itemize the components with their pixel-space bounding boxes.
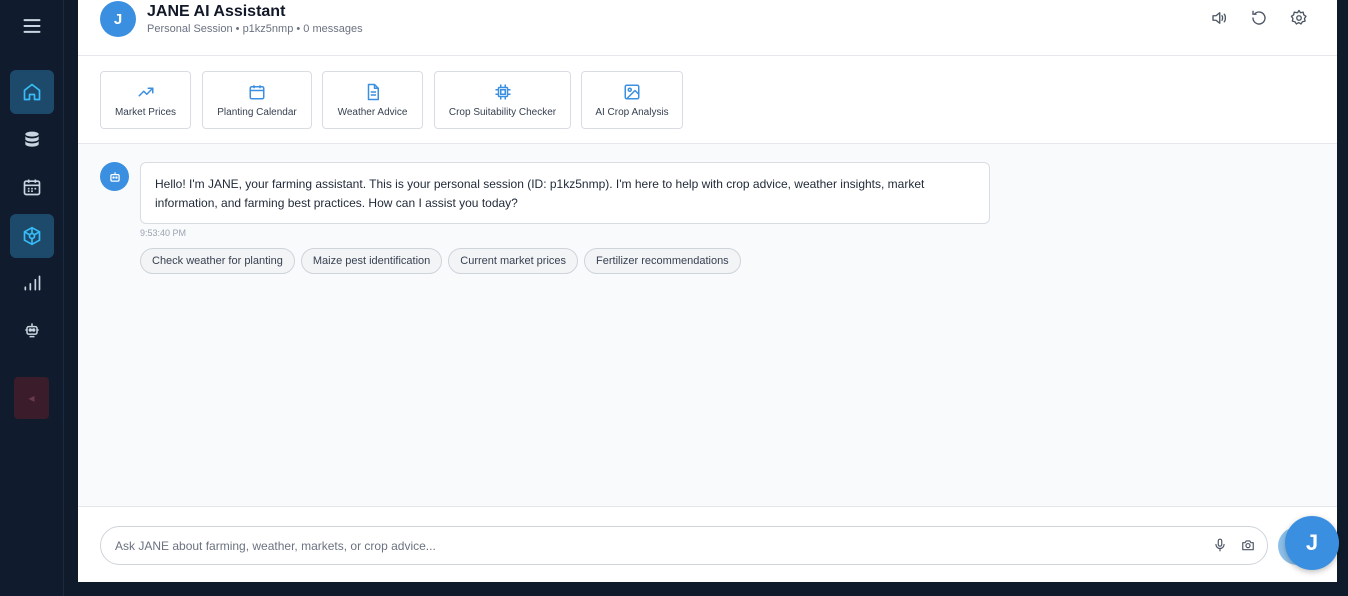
collapse-sidebar-button[interactable]: ◀	[14, 377, 49, 419]
reset-button[interactable]	[1249, 8, 1269, 28]
robot-icon	[109, 171, 120, 182]
quick-action-label: Market Prices	[114, 106, 177, 118]
camera-button[interactable]	[1240, 537, 1256, 553]
quick-action-crop-suitability[interactable]: Crop Suitability Checker	[434, 71, 571, 129]
quick-action-label: Planting Calendar	[217, 106, 297, 118]
input-bar	[78, 506, 1337, 582]
jane-chat-fab[interactable]: J	[1285, 516, 1339, 570]
avatar: J	[100, 1, 136, 37]
database-icon	[25, 131, 39, 147]
message-timestamp: 9:53:40 PM	[140, 228, 187, 238]
message-input-container	[100, 526, 1268, 565]
refresh-icon	[1252, 10, 1266, 25]
session-info: Personal Session • p1kz5nmp • 0 messages	[147, 23, 363, 35]
calendar-icon	[249, 84, 265, 99]
calendar-icon	[23, 179, 41, 196]
sidebar-item-calendar[interactable]	[10, 165, 54, 209]
chip-icon	[495, 84, 510, 99]
cube-network-icon	[23, 226, 41, 246]
sidebar-item-database[interactable]	[10, 118, 54, 162]
menu-button[interactable]	[10, 4, 54, 48]
quick-action-planting-calendar[interactable]: Planting Calendar	[202, 71, 312, 129]
page-title: JANE AI Assistant	[147, 3, 286, 20]
gear-icon	[1290, 9, 1307, 25]
trending-up-icon	[138, 87, 153, 96]
chat-header: J JANE AI Assistant Personal Session • p…	[78, 0, 1337, 56]
microphone-icon	[1215, 538, 1225, 552]
sidebar-item-network[interactable]	[10, 214, 54, 258]
suggestion-chip[interactable]: Check weather for planting	[140, 248, 295, 274]
camera-icon	[1242, 540, 1254, 551]
assistant-message: Hello! I'm JANE, your farming assistant.…	[140, 162, 990, 224]
quick-action-weather-advice[interactable]: Weather Advice	[322, 71, 423, 129]
chevron-left-icon: ◀	[28, 393, 35, 403]
suggestion-chip[interactable]: Maize pest identification	[300, 248, 443, 274]
suggestion-chip[interactable]: Current market prices	[448, 248, 579, 274]
quick-action-market-prices[interactable]: Market Prices	[100, 71, 191, 129]
quick-action-label: AI Crop Analysis	[595, 106, 669, 118]
bot-avatar	[100, 162, 129, 191]
sidebar: ◀	[0, 0, 64, 596]
quick-actions-bar: Market Prices Planting Calendar Weather …	[78, 56, 1337, 144]
settings-button[interactable]	[1289, 8, 1309, 28]
voice-input-button[interactable]	[1212, 537, 1228, 553]
quick-action-label: Weather Advice	[337, 106, 408, 118]
quick-action-ai-crop-analysis[interactable]: AI Crop Analysis	[581, 71, 683, 129]
image-icon	[624, 84, 640, 99]
suggestion-chips: Check weather for planting Maize pest id…	[140, 248, 741, 274]
bar-chart-icon	[24, 275, 41, 291]
quick-action-label: Crop Suitability Checker	[448, 106, 557, 118]
home-icon	[23, 83, 41, 101]
robot-icon	[25, 323, 39, 338]
sidebar-item-home[interactable]	[10, 70, 54, 114]
hamburger-icon	[23, 19, 41, 33]
sidebar-item-assistant[interactable]	[10, 308, 54, 352]
message-input[interactable]	[115, 527, 1195, 564]
sound-button[interactable]	[1209, 8, 1229, 28]
document-icon	[367, 83, 379, 100]
suggestion-chip[interactable]: Fertilizer recommendations	[584, 248, 741, 274]
sidebar-item-analytics[interactable]	[10, 261, 54, 305]
volume-icon	[1212, 12, 1227, 24]
chat-panel: J JANE AI Assistant Personal Session • p…	[78, 0, 1337, 582]
